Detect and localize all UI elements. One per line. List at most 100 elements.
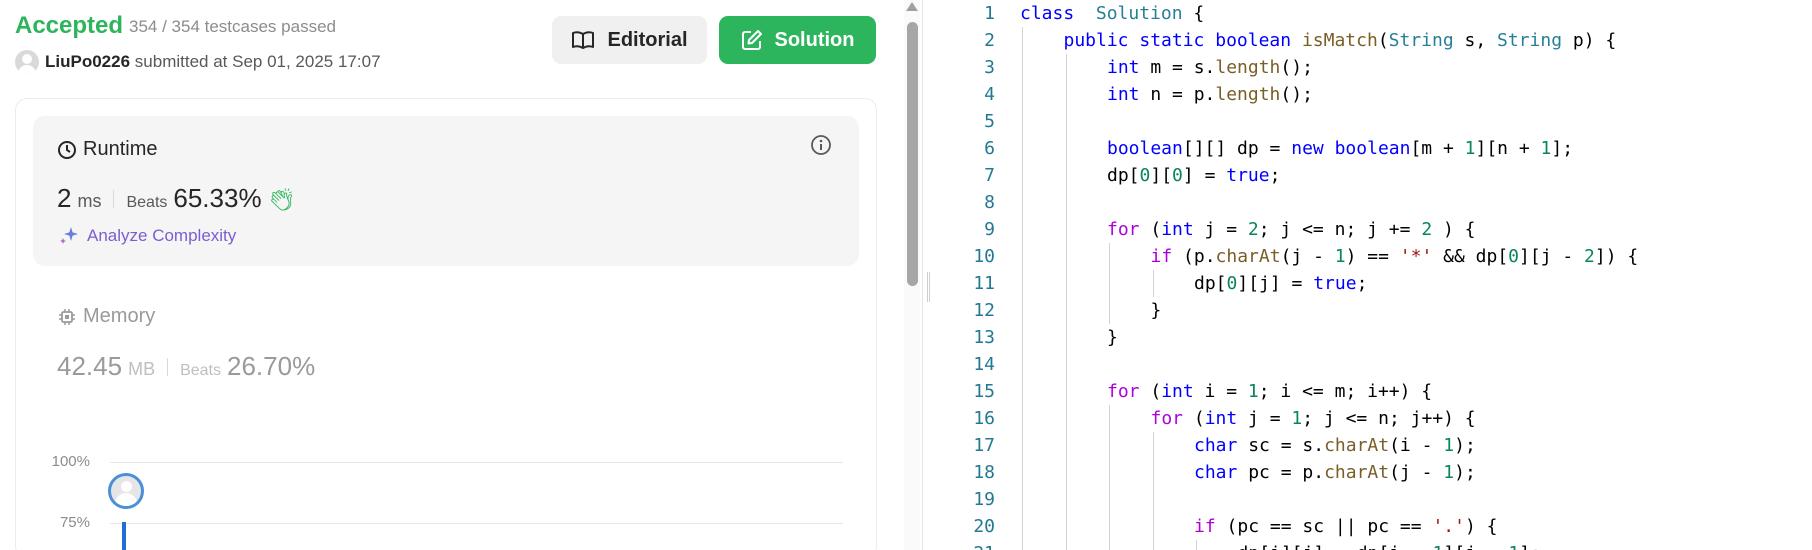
code-token: }	[1150, 300, 1162, 321]
code-line[interactable]: 14	[940, 351, 1812, 378]
code-token: (j -	[1389, 462, 1444, 483]
line-number: 8	[984, 192, 995, 213]
indent-guide	[1065, 378, 1067, 405]
code-line[interactable]: 11 dp[0][j] = true;	[940, 270, 1812, 297]
code-token: ];	[1519, 543, 1541, 550]
code-token: 1	[1443, 435, 1455, 456]
code-token: (	[1139, 219, 1162, 240]
editorial-label: Editorial	[607, 28, 688, 51]
analyze-complexity-link[interactable]: Analyze Complexity	[59, 226, 236, 246]
line-number: 4	[984, 84, 995, 105]
code-text: dp[0][j] = true;	[1194, 270, 1367, 297]
code-token: char	[1194, 462, 1238, 483]
code-line[interactable]: 21 dp[i][j] = dp[i - 1][j - 1];	[940, 540, 1812, 550]
indent-guide	[1065, 270, 1067, 297]
code-token: for	[1107, 219, 1140, 240]
code-line[interactable]: 18 char pc = p.charAt(j - 1);	[940, 459, 1812, 486]
code-text: }	[1107, 324, 1118, 351]
code-text: boolean[][] dp = new boolean[m + 1][n + …	[1107, 135, 1573, 162]
indent-guide	[1022, 108, 1023, 135]
indent-guide	[1109, 297, 1110, 324]
code-token: 0	[1139, 165, 1151, 186]
code-token: ;	[1269, 165, 1281, 186]
code-token: Solution	[1095, 3, 1183, 24]
code-line[interactable]: 8	[940, 189, 1812, 216]
indent-guide	[1109, 459, 1110, 486]
code-line[interactable]: 5	[940, 108, 1812, 135]
chart-y-label-75: 75%	[59, 514, 90, 531]
code-line[interactable]: 3 int m = s.length();	[940, 54, 1812, 81]
code-token: 1	[1540, 138, 1552, 159]
code-line[interactable]: 17 char sc = s.charAt(i - 1);	[940, 432, 1812, 459]
code-line[interactable]: 16 for (int j = 1; j <= n; j++) {	[940, 405, 1812, 432]
indent-guide	[1065, 405, 1067, 432]
chart-bar[interactable]	[122, 522, 126, 550]
code-text: }	[1151, 297, 1162, 324]
code-token: 1	[1433, 543, 1444, 550]
book-icon	[572, 31, 595, 49]
code-line[interactable]: 10 if (p.charAt(j - 1) == '*' && dp[0][j …	[940, 243, 1812, 270]
memory-header[interactable]: Memory	[57, 305, 155, 328]
code-text: class Solution {	[1020, 0, 1204, 27]
username-link[interactable]: LiuPo0226	[45, 52, 130, 71]
code-line[interactable]: 20 if (pc == sc || pc == '.') {	[940, 513, 1812, 540]
line-number: 6	[984, 138, 995, 159]
runtime-beats-value: 65.33%	[173, 183, 262, 213]
code-token: charAt	[1215, 246, 1281, 267]
runtime-header: Runtime	[57, 138, 157, 161]
code-editor[interactable]: 1 class Solution {2 public static boolean …	[940, 0, 1812, 550]
code-line[interactable]: 4 int n = p.length();	[940, 81, 1812, 108]
indent-guide	[1022, 189, 1023, 216]
code-token: class	[1020, 3, 1075, 24]
left-scrollbar-thumb[interactable]	[907, 22, 918, 286]
info-icon[interactable]	[810, 134, 832, 156]
code-token: boolean	[1107, 138, 1183, 159]
chart-user-avatar	[108, 473, 144, 509]
scroll-up-arrow-icon[interactable]	[906, 2, 918, 11]
indent-guide	[1065, 459, 1067, 486]
code-line[interactable]: 13}	[940, 324, 1812, 351]
code-token: (p.	[1172, 246, 1216, 267]
code-token: n = p.	[1139, 84, 1216, 105]
code-token: j =	[1237, 408, 1292, 429]
code-line[interactable]: 6 boolean[][] dp = new boolean[m + 1][n +…	[940, 135, 1812, 162]
code-line[interactable]: 9 for (int j = 2; j <= n; j += 2 ) {	[940, 216, 1812, 243]
code-token: length	[1215, 84, 1281, 105]
code-token: ]) {	[1594, 246, 1639, 267]
code-token: 1	[1334, 246, 1346, 267]
code-token: ][	[1150, 165, 1173, 186]
code-line[interactable]: 7 dp[0][0] = true;	[940, 162, 1812, 189]
code-token: ) {	[1464, 516, 1498, 537]
line-number: 7	[984, 165, 995, 186]
indent-guide	[1022, 270, 1023, 297]
line-number: 2	[984, 30, 995, 51]
submitted-time: submitted at Sep 01, 2025 17:07	[134, 52, 381, 71]
indent-guide	[1065, 432, 1067, 459]
indent-guide	[1065, 486, 1067, 513]
indent-guide	[1065, 243, 1067, 270]
line-number: 3	[984, 57, 995, 78]
indent-guide	[1022, 162, 1023, 189]
indent-guide	[1022, 324, 1023, 351]
code-line[interactable]: 19	[940, 486, 1812, 513]
indent-guide	[1152, 459, 1154, 486]
code-token: ();	[1280, 84, 1313, 105]
code-line[interactable]: 12}	[940, 297, 1812, 324]
runtime-value-row: 2 ms Beats 65.33% 👏︎	[57, 183, 296, 214]
resize-handle[interactable]	[927, 272, 930, 302]
code-line[interactable]: 1 class Solution {	[940, 0, 1812, 27]
code-line[interactable]: 15 for (int i = 1; i <= m; i++) {	[940, 378, 1812, 405]
code-token: i =	[1193, 381, 1248, 402]
user-avatar[interactable]	[15, 50, 39, 74]
runtime-value: 2	[57, 183, 72, 213]
code-line[interactable]: 2 public static boolean isMatch(String s,…	[940, 27, 1812, 54]
editorial-button[interactable]: Editorial	[552, 16, 707, 64]
indent-guide	[1022, 81, 1023, 108]
code-token: pc = p.	[1237, 462, 1325, 483]
testcases-passed: 354 / 354 testcases passed	[129, 17, 336, 36]
code-token: int	[1107, 57, 1140, 78]
solution-button[interactable]: Solution	[719, 16, 876, 64]
